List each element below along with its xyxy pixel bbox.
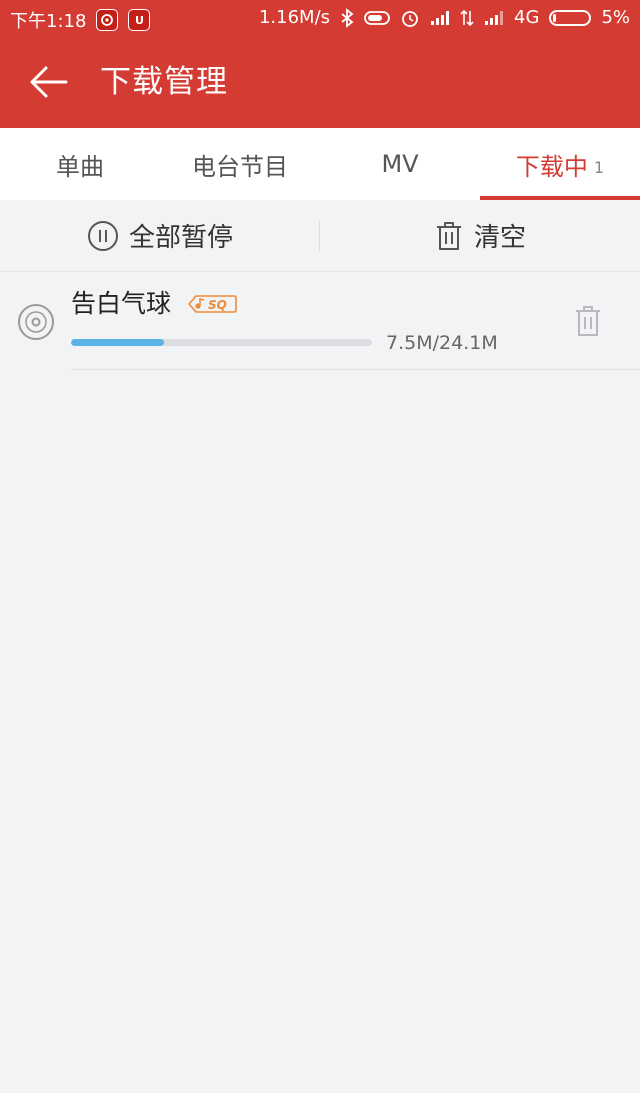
clear-button[interactable]: 清空 [320, 200, 640, 272]
trash-icon [436, 221, 461, 250]
song-title: 告白气球 [71, 289, 172, 318]
page-title: 下载管理 [100, 64, 228, 100]
download-progress-bar [71, 339, 372, 346]
tab-bar: 单曲 电台节目 MV 下载中 1 [0, 128, 640, 200]
tab-label: 电台节目 [192, 152, 288, 181]
divider [319, 220, 320, 252]
action-bar: 全部暂停 清空 [0, 200, 640, 272]
tab-label: 单曲 [56, 152, 104, 181]
battery-icon [549, 9, 592, 26]
tab-mv[interactable]: MV [320, 128, 480, 200]
arrow-left-icon [30, 66, 68, 98]
tab-songs[interactable]: 单曲 [0, 128, 160, 200]
tab-downloading[interactable]: 下载中 1 [480, 128, 640, 200]
delete-trash-icon[interactable] [570, 304, 606, 340]
download-progress-fill [71, 339, 165, 346]
tab-radio[interactable]: 电台节目 [160, 128, 320, 200]
sq-quality-badge: SQ [188, 295, 237, 313]
pause-all-label: 全部暂停 [128, 223, 233, 253]
signal-icon-2 [484, 10, 504, 26]
tab-label: 下载中 [515, 152, 588, 181]
sq-label: SQ [208, 298, 227, 312]
app-bar: 下载管理 [0, 36, 640, 128]
clear-label: 清空 [473, 223, 526, 253]
battery-percent: 5% [601, 7, 630, 28]
tab-label: MV [381, 150, 419, 178]
network-type: 4G [514, 7, 540, 28]
netease-notification-icon [96, 9, 119, 31]
battery-level [553, 13, 557, 22]
row-divider [71, 369, 640, 370]
back-button[interactable] [26, 60, 72, 104]
network-speed: 1.16M/s [258, 7, 331, 28]
toggle-icon [364, 10, 390, 26]
alarm-icon [400, 8, 420, 28]
download-item[interactable]: 告白气球 SQ 7.5M/24.1M [0, 272, 640, 370]
app-notification-icon: U [128, 9, 151, 31]
disc-icon [18, 304, 54, 340]
status-time: 下午1:18 [10, 11, 87, 32]
pause-circle-icon [87, 220, 118, 251]
pause-all-button[interactable]: 全部暂停 [0, 200, 320, 272]
bluetooth-icon [340, 7, 354, 28]
tab-count: 1 [593, 157, 605, 177]
status-bar: 下午1:18 U 1.16M/s 4G 5% [0, 0, 640, 36]
signal-icon [430, 10, 450, 26]
data-transfer-icon [460, 9, 474, 27]
download-size: 7.5M/24.1M [386, 332, 498, 354]
